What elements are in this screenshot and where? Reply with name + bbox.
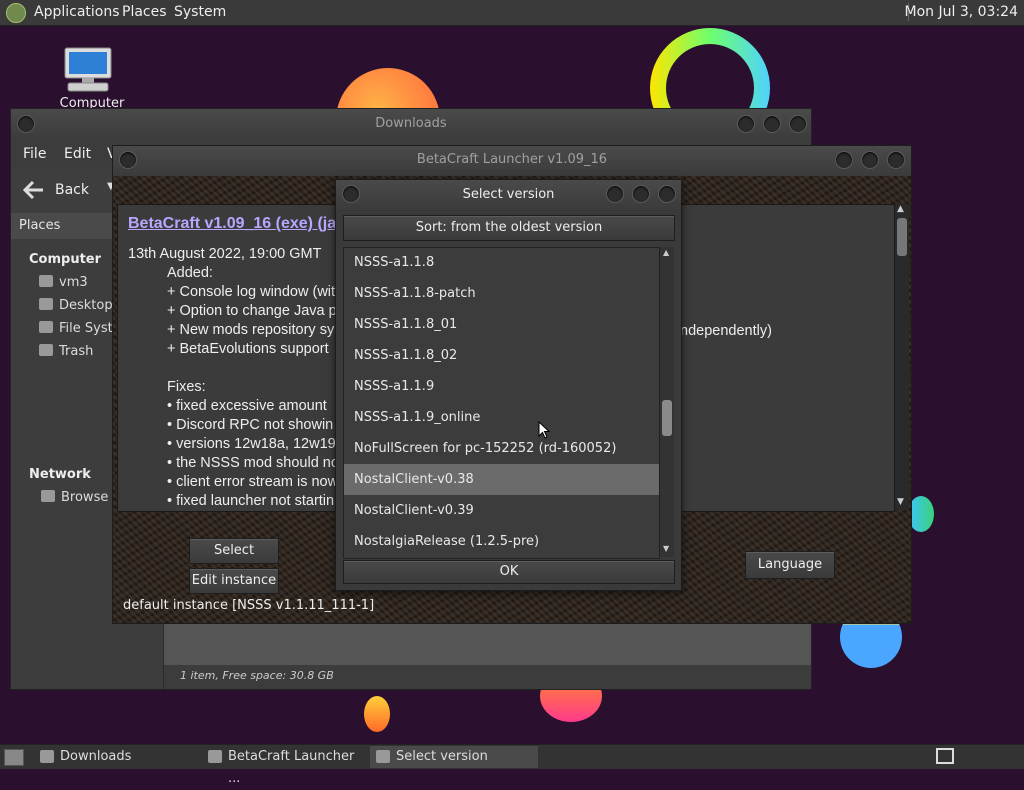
show-desktop-icon[interactable] bbox=[4, 749, 24, 766]
select-version-button[interactable]: Select version bbox=[189, 538, 279, 582]
menu-applications[interactable]: Applications bbox=[34, 4, 120, 20]
ok-button[interactable]: OK bbox=[343, 560, 675, 584]
minimize-button[interactable] bbox=[737, 115, 755, 133]
menu-file[interactable]: File bbox=[23, 146, 46, 162]
distro-logo-icon[interactable] bbox=[6, 3, 26, 23]
changelog-line: + BetaEvolutions support bbox=[167, 341, 329, 357]
betacraft-titlebar[interactable]: BetaCraft Launcher v1.09_16 bbox=[113, 146, 911, 176]
menu-system[interactable]: System bbox=[174, 4, 226, 20]
desktop-folder-icon bbox=[39, 298, 53, 310]
select-version-titlebar[interactable]: Select version bbox=[336, 180, 681, 210]
taskbar-item-betacraft[interactable]: BetaCraft Launcher ... bbox=[202, 746, 370, 786]
network-icon bbox=[41, 490, 55, 502]
version-list-item[interactable]: NostalgiaRelease (1.2.5-pre) bbox=[344, 526, 659, 557]
app-icon bbox=[376, 750, 390, 763]
mouse-cursor-icon bbox=[538, 421, 550, 439]
downloads-title: Downloads bbox=[375, 116, 447, 131]
drive-icon bbox=[39, 321, 53, 333]
changelog-line: • client error stream is now bbox=[167, 474, 339, 490]
changelog-fixes-header: Fixes: bbox=[167, 379, 206, 395]
version-list-item[interactable]: NSSS-a1.1.8 bbox=[344, 248, 659, 278]
maximize-button[interactable] bbox=[861, 151, 879, 169]
changelog-added-header: Added: bbox=[167, 265, 213, 281]
sidebar-item-vm3[interactable]: vm3 bbox=[39, 275, 88, 290]
clock[interactable]: Mon Jul 3, 03:24 bbox=[905, 4, 1018, 20]
instance-label: default instance [NSSS v1.1.11_111-1] bbox=[123, 598, 375, 613]
minimize-button[interactable] bbox=[606, 185, 624, 203]
changelog-line: • the NSSS mod should no bbox=[167, 455, 339, 471]
version-list-scroll-thumb[interactable] bbox=[662, 400, 672, 436]
version-list-item[interactable]: NSSS-a1.1.9_online bbox=[344, 402, 659, 433]
close-button[interactable] bbox=[658, 185, 676, 203]
scroll-down-icon[interactable]: ▼ bbox=[897, 497, 904, 507]
folder-icon bbox=[40, 750, 54, 763]
changelog-line: + New mods repository sy bbox=[167, 322, 335, 338]
sort-order-button[interactable]: Sort: from the oldest version bbox=[343, 215, 675, 241]
changelog-line-fragment: ndependently) bbox=[680, 323, 772, 339]
taskbar: Downloads BetaCraft Launcher ... Select … bbox=[0, 744, 1024, 786]
app-icon bbox=[208, 750, 222, 763]
scroll-up-icon[interactable]: ▲ bbox=[897, 204, 904, 214]
scroll-up-icon[interactable]: ▲ bbox=[663, 248, 669, 257]
maximize-button[interactable] bbox=[632, 185, 650, 203]
changelog-line: • Discord RPC not showin bbox=[167, 417, 334, 433]
computer-desktop-icon[interactable] bbox=[62, 46, 114, 92]
back-label: Back bbox=[55, 182, 89, 198]
window-menu-icon[interactable] bbox=[342, 185, 360, 203]
window-menu-icon[interactable] bbox=[119, 151, 137, 169]
changelog-line: • versions 12w18a, 12w19 bbox=[167, 436, 336, 452]
desktop-decor-small-orange-circle bbox=[364, 696, 390, 732]
back-button[interactable]: Back ▼ bbox=[21, 175, 115, 205]
changelog-heading-link[interactable]: BetaCraft v1.09_16 (exe) (ja bbox=[128, 215, 336, 233]
taskbar-item-select-version[interactable]: Select version bbox=[370, 746, 538, 768]
downloads-titlebar[interactable]: Downloads bbox=[11, 109, 811, 141]
maximize-button[interactable] bbox=[763, 115, 781, 133]
language-button[interactable]: Language bbox=[745, 551, 835, 579]
minimize-button[interactable] bbox=[835, 151, 853, 169]
version-list-item[interactable]: NSSS-a1.1.8_02 bbox=[344, 340, 659, 371]
changelog-scroll-thumb[interactable] bbox=[897, 218, 907, 256]
changelog-scrollbar[interactable]: ▲ ▼ bbox=[895, 204, 909, 510]
scroll-down-icon[interactable]: ▼ bbox=[663, 544, 669, 553]
window-menu-icon[interactable] bbox=[17, 115, 35, 133]
edit-instance-button[interactable]: Edit instance bbox=[189, 568, 279, 594]
close-button[interactable] bbox=[789, 115, 807, 133]
sidebar-item-browse-network[interactable]: Browse N bbox=[41, 490, 122, 505]
top-panel: Applications Places System Mon Jul 3, 03… bbox=[0, 0, 1024, 26]
home-folder-icon bbox=[39, 275, 53, 287]
workspace-switcher-icon[interactable] bbox=[936, 748, 954, 764]
version-list-item[interactable]: NoFullScreen for pc-152252 (rd-160052) bbox=[344, 433, 659, 464]
version-list-item[interactable]: NSSS-a1.1.8_01 bbox=[344, 309, 659, 340]
changelog-line: • fixed excessive amount bbox=[167, 398, 327, 414]
select-version-dialog: Select version Sort: from the oldest ver… bbox=[335, 179, 682, 591]
sidebar-item-filesystem[interactable]: File Syste bbox=[39, 321, 121, 336]
version-list-scrollbar[interactable]: ▲ ▼ bbox=[660, 247, 674, 557]
status-text: 1 item, Free space: 30.8 GB bbox=[180, 669, 334, 682]
changelog-date: 13th August 2022, 19:00 GMT bbox=[128, 246, 322, 262]
taskbar-item-downloads[interactable]: Downloads bbox=[34, 746, 202, 768]
changelog-line: + Option to change Java p bbox=[167, 303, 337, 319]
version-list-item[interactable]: NSSS-a1.1.9 bbox=[344, 371, 659, 402]
sidebar-item-trash[interactable]: Trash bbox=[39, 344, 93, 359]
trash-icon bbox=[39, 344, 53, 356]
sidebar-item-desktop[interactable]: Desktop bbox=[39, 298, 113, 313]
version-list-item[interactable]: NostalClient-v0.38 bbox=[344, 464, 659, 495]
section-computer: Computer bbox=[29, 252, 102, 267]
version-list-item[interactable]: NSSS-a1.1.8-patch bbox=[344, 278, 659, 309]
back-arrow-icon bbox=[23, 180, 43, 200]
section-network: Network bbox=[29, 467, 91, 482]
changelog-line: + Console log window (wit bbox=[167, 284, 336, 300]
menu-edit[interactable]: Edit bbox=[64, 146, 91, 162]
version-list[interactable]: NSSS-a1.1.8 NSSS-a1.1.8-patch NSSS-a1.1.8_… bbox=[343, 247, 660, 559]
version-list-item[interactable]: NostalClient-v0.39 bbox=[344, 495, 659, 526]
betacraft-title: BetaCraft Launcher v1.09_16 bbox=[416, 152, 608, 167]
menu-places[interactable]: Places bbox=[122, 4, 167, 20]
downloads-statusbar: 1 item, Free space: 30.8 GB bbox=[164, 665, 811, 689]
changelog-line: • fixed launcher not startin bbox=[167, 493, 335, 509]
select-version-title: Select version bbox=[462, 187, 555, 202]
close-button[interactable] bbox=[887, 151, 905, 169]
